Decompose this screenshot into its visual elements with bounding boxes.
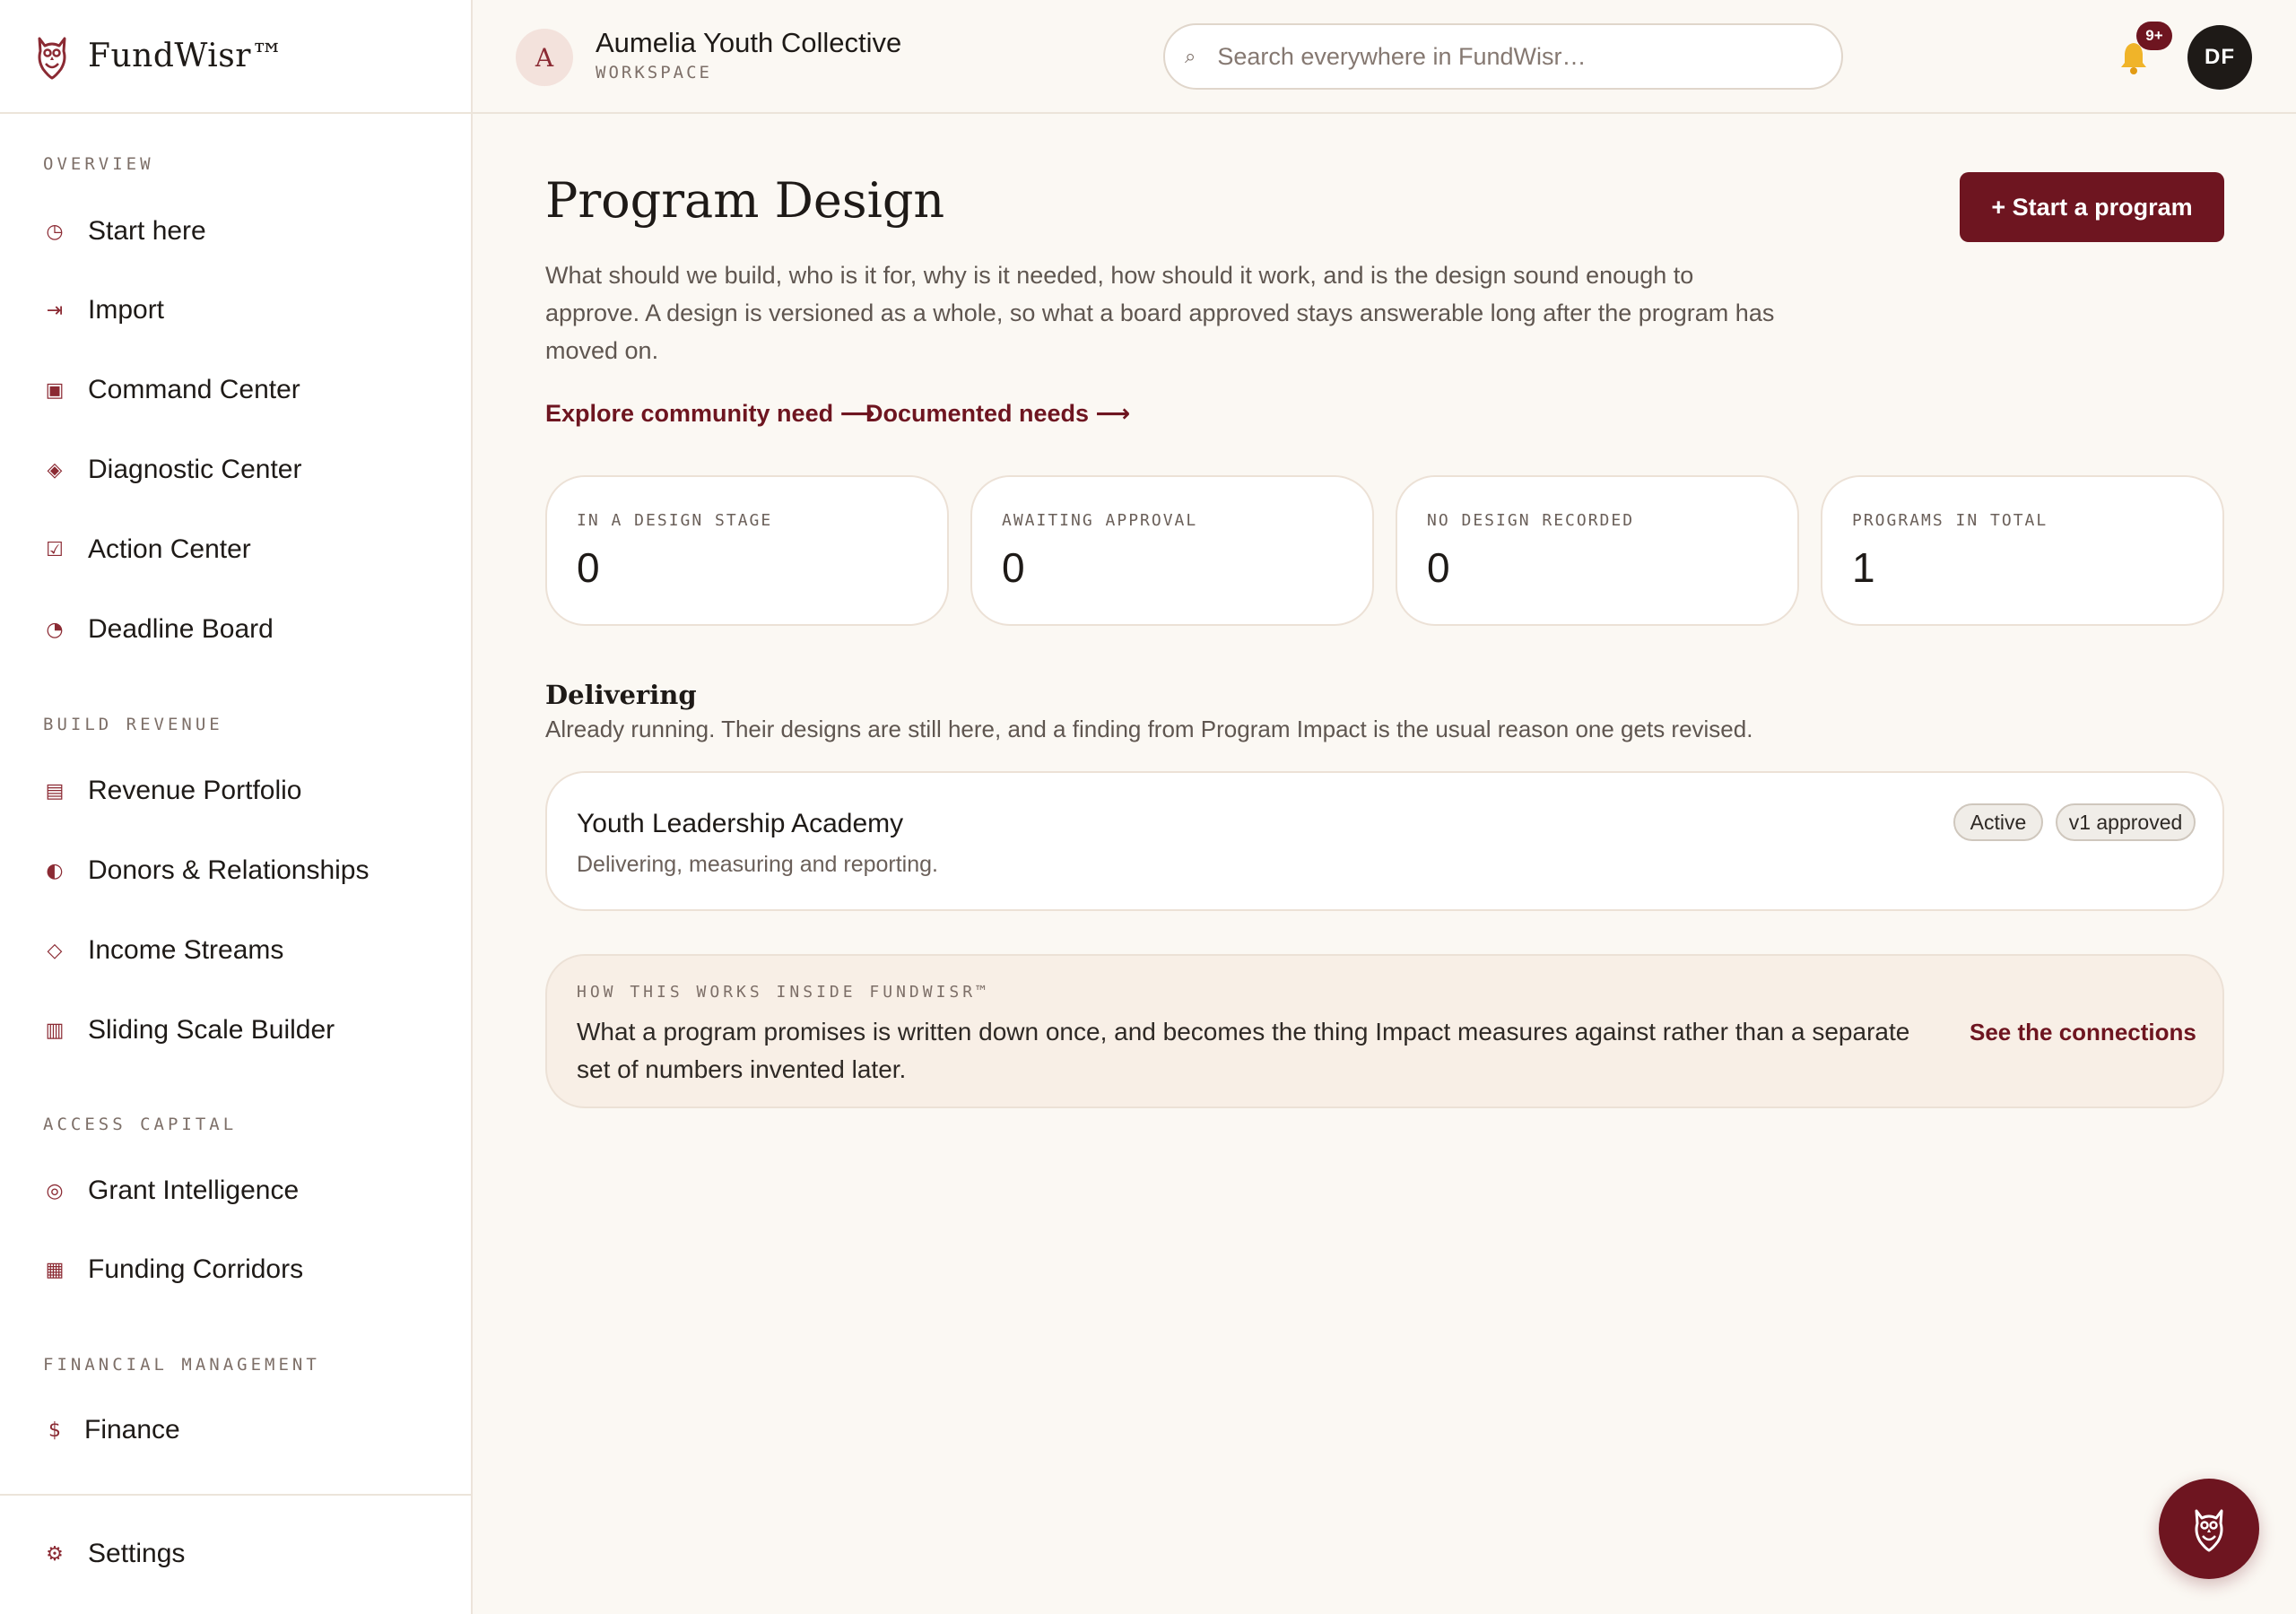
program-name: Youth Leadership Academy [577, 809, 904, 838]
topbar: A Aumelia Youth Collective WORKSPACE ⌕ 9… [473, 0, 2296, 114]
target-icon: ◎ [46, 1179, 64, 1202]
explore-community-need-link[interactable]: Explore community need ⟶ [545, 400, 874, 428]
grid-icon: ▦ [45, 1258, 65, 1281]
portfolio-icon: ▤ [45, 779, 65, 803]
search-icon: ⌕ [1185, 45, 1196, 67]
program-card[interactable]: Youth Leadership Academy Delivering, mea… [545, 771, 2224, 911]
diamond-outline-icon: ◇ [47, 939, 63, 962]
sidebar-item-sliding-scale-builder[interactable]: ▥ Sliding Scale Builder [43, 1003, 335, 1057]
section-title-financial-management: FINANCIAL MANAGEMENT [43, 1355, 320, 1375]
stat-card-awaiting-approval: AWAITING APPROVAL 0 [970, 475, 1374, 626]
sidebar-item-label: Funding Corridors [88, 1254, 304, 1284]
sidebar-item-label: Finance [84, 1415, 180, 1445]
stat-value: 0 [577, 544, 600, 591]
import-icon: ⇥ [46, 299, 64, 322]
workspace-label: WORKSPACE [596, 63, 712, 82]
section-title-overview: OVERVIEW [43, 154, 154, 174]
gear-icon: ⚙ [46, 1542, 64, 1566]
sidebar-item-start-here[interactable]: ◷ Start here [43, 204, 206, 258]
assistant-button[interactable] [2159, 1479, 2259, 1579]
sidebar-divider [0, 1494, 471, 1496]
status-badge: Active [1953, 803, 2043, 841]
sidebar-item-command-center[interactable]: ▣ Command Center [43, 363, 300, 417]
version-badge: v1 approved [2056, 803, 2196, 841]
pie-clock-icon: ◔ [46, 618, 64, 641]
sidebar-item-grant-intelligence[interactable]: ◎ Grant Intelligence [43, 1164, 299, 1218]
sidebar-item-label: Donors & Relationships [88, 855, 370, 885]
info-kicker: HOW THIS WORKS INSIDE FUNDWISR™ [577, 983, 989, 1002]
sidebar-item-label: Command Center [88, 375, 300, 404]
sidebar: FundWisr™ OVERVIEW ◷ Start here ⇥ Import… [0, 0, 473, 1614]
search-input[interactable] [1217, 42, 1792, 71]
sidebar-item-label: Settings [88, 1539, 186, 1568]
stat-label: NO DESIGN RECORDED [1427, 511, 1635, 530]
sidebar-item-action-center[interactable]: ☑ Action Center [43, 523, 251, 577]
sidebar-item-settings[interactable]: ⚙ Settings [43, 1527, 185, 1581]
dollar-icon: $ [48, 1419, 61, 1442]
square-icon: ▣ [45, 378, 65, 402]
columns-icon: ▥ [45, 1019, 65, 1042]
half-circle-icon: ◐ [46, 859, 64, 882]
sidebar-item-label: Grant Intelligence [88, 1176, 300, 1205]
program-status-text: Delivering, measuring and reporting. [577, 852, 938, 877]
sidebar-item-revenue-portfolio[interactable]: ▤ Revenue Portfolio [43, 764, 302, 818]
stat-value: 1 [1852, 544, 1875, 591]
info-text: What a program promises is written down … [577, 1018, 1910, 1083]
search-bar[interactable]: ⌕ [1163, 23, 1843, 90]
stat-label: IN A DESIGN STAGE [577, 511, 773, 530]
sidebar-item-label: Revenue Portfolio [88, 776, 302, 805]
sidebar-item-label: Sliding Scale Builder [88, 1015, 335, 1045]
sidebar-item-label: Action Center [88, 534, 251, 564]
sidebar-item-import[interactable]: ⇥ Import [43, 283, 164, 337]
sidebar-item-funding-corridors[interactable]: ▦ Funding Corridors [43, 1243, 304, 1297]
workspace-avatar[interactable]: A [516, 29, 573, 86]
clock-icon: ◷ [46, 220, 64, 243]
section-description: Already running. Their designs are still… [545, 716, 1753, 742]
sidebar-item-deadline-board[interactable]: ◔ Deadline Board [43, 603, 274, 656]
sidebar-item-diagnostic-center[interactable]: ◈ Diagnostic Center [43, 443, 302, 497]
sidebar-item-label: Start here [88, 216, 206, 246]
diamond-icon: ◈ [47, 458, 63, 482]
owl-icon [2195, 1509, 2223, 1552]
brand-name: FundWisr™ [88, 38, 284, 74]
sidebar-item-label: Import [88, 295, 165, 325]
stat-label: AWAITING APPROVAL [1002, 511, 1198, 530]
section-title-delivering: Delivering [545, 680, 697, 710]
page-title: Program Design [545, 172, 945, 229]
notification-badge: 9+ [2136, 22, 2172, 50]
stat-card-design-stage: IN A DESIGN STAGE 0 [545, 475, 949, 626]
documented-needs-link[interactable]: Documented needs ⟶ [865, 400, 1130, 428]
sidebar-item-label: Income Streams [88, 935, 284, 965]
section-title-access-capital: ACCESS CAPITAL [43, 1115, 238, 1134]
start-program-button[interactable]: + Start a program [1960, 172, 2224, 242]
checkbox-icon: ☑ [46, 538, 64, 561]
see-connections-link[interactable]: See the connections [1970, 1019, 2196, 1046]
section-title-build-revenue: BUILD REVENUE [43, 715, 223, 734]
sidebar-item-income-streams[interactable]: ◇ Income Streams [43, 924, 284, 977]
stat-label: PROGRAMS IN TOTAL [1852, 511, 2048, 530]
sidebar-item-donors-relationships[interactable]: ◐ Donors & Relationships [43, 844, 370, 898]
stat-value: 0 [1002, 544, 1025, 591]
sidebar-item-label: Diagnostic Center [88, 455, 302, 484]
sidebar-item-finance[interactable]: $ Finance [43, 1403, 180, 1457]
sidebar-item-label: Deadline Board [88, 614, 274, 644]
user-avatar[interactable]: DF [2187, 25, 2252, 90]
stat-card-programs-total: PROGRAMS IN TOTAL 1 [1821, 475, 2224, 626]
info-callout: HOW THIS WORKS INSIDE FUNDWISR™ What a p… [545, 954, 2224, 1108]
page-intro: What should we build, who is it for, why… [545, 262, 1775, 364]
workspace-name[interactable]: Aumelia Youth Collective [596, 27, 901, 59]
stat-card-no-design: NO DESIGN RECORDED 0 [1396, 475, 1799, 626]
stat-value: 0 [1427, 544, 1450, 591]
brand[interactable]: FundWisr™ [0, 0, 471, 114]
owl-logo-icon [38, 37, 66, 79]
